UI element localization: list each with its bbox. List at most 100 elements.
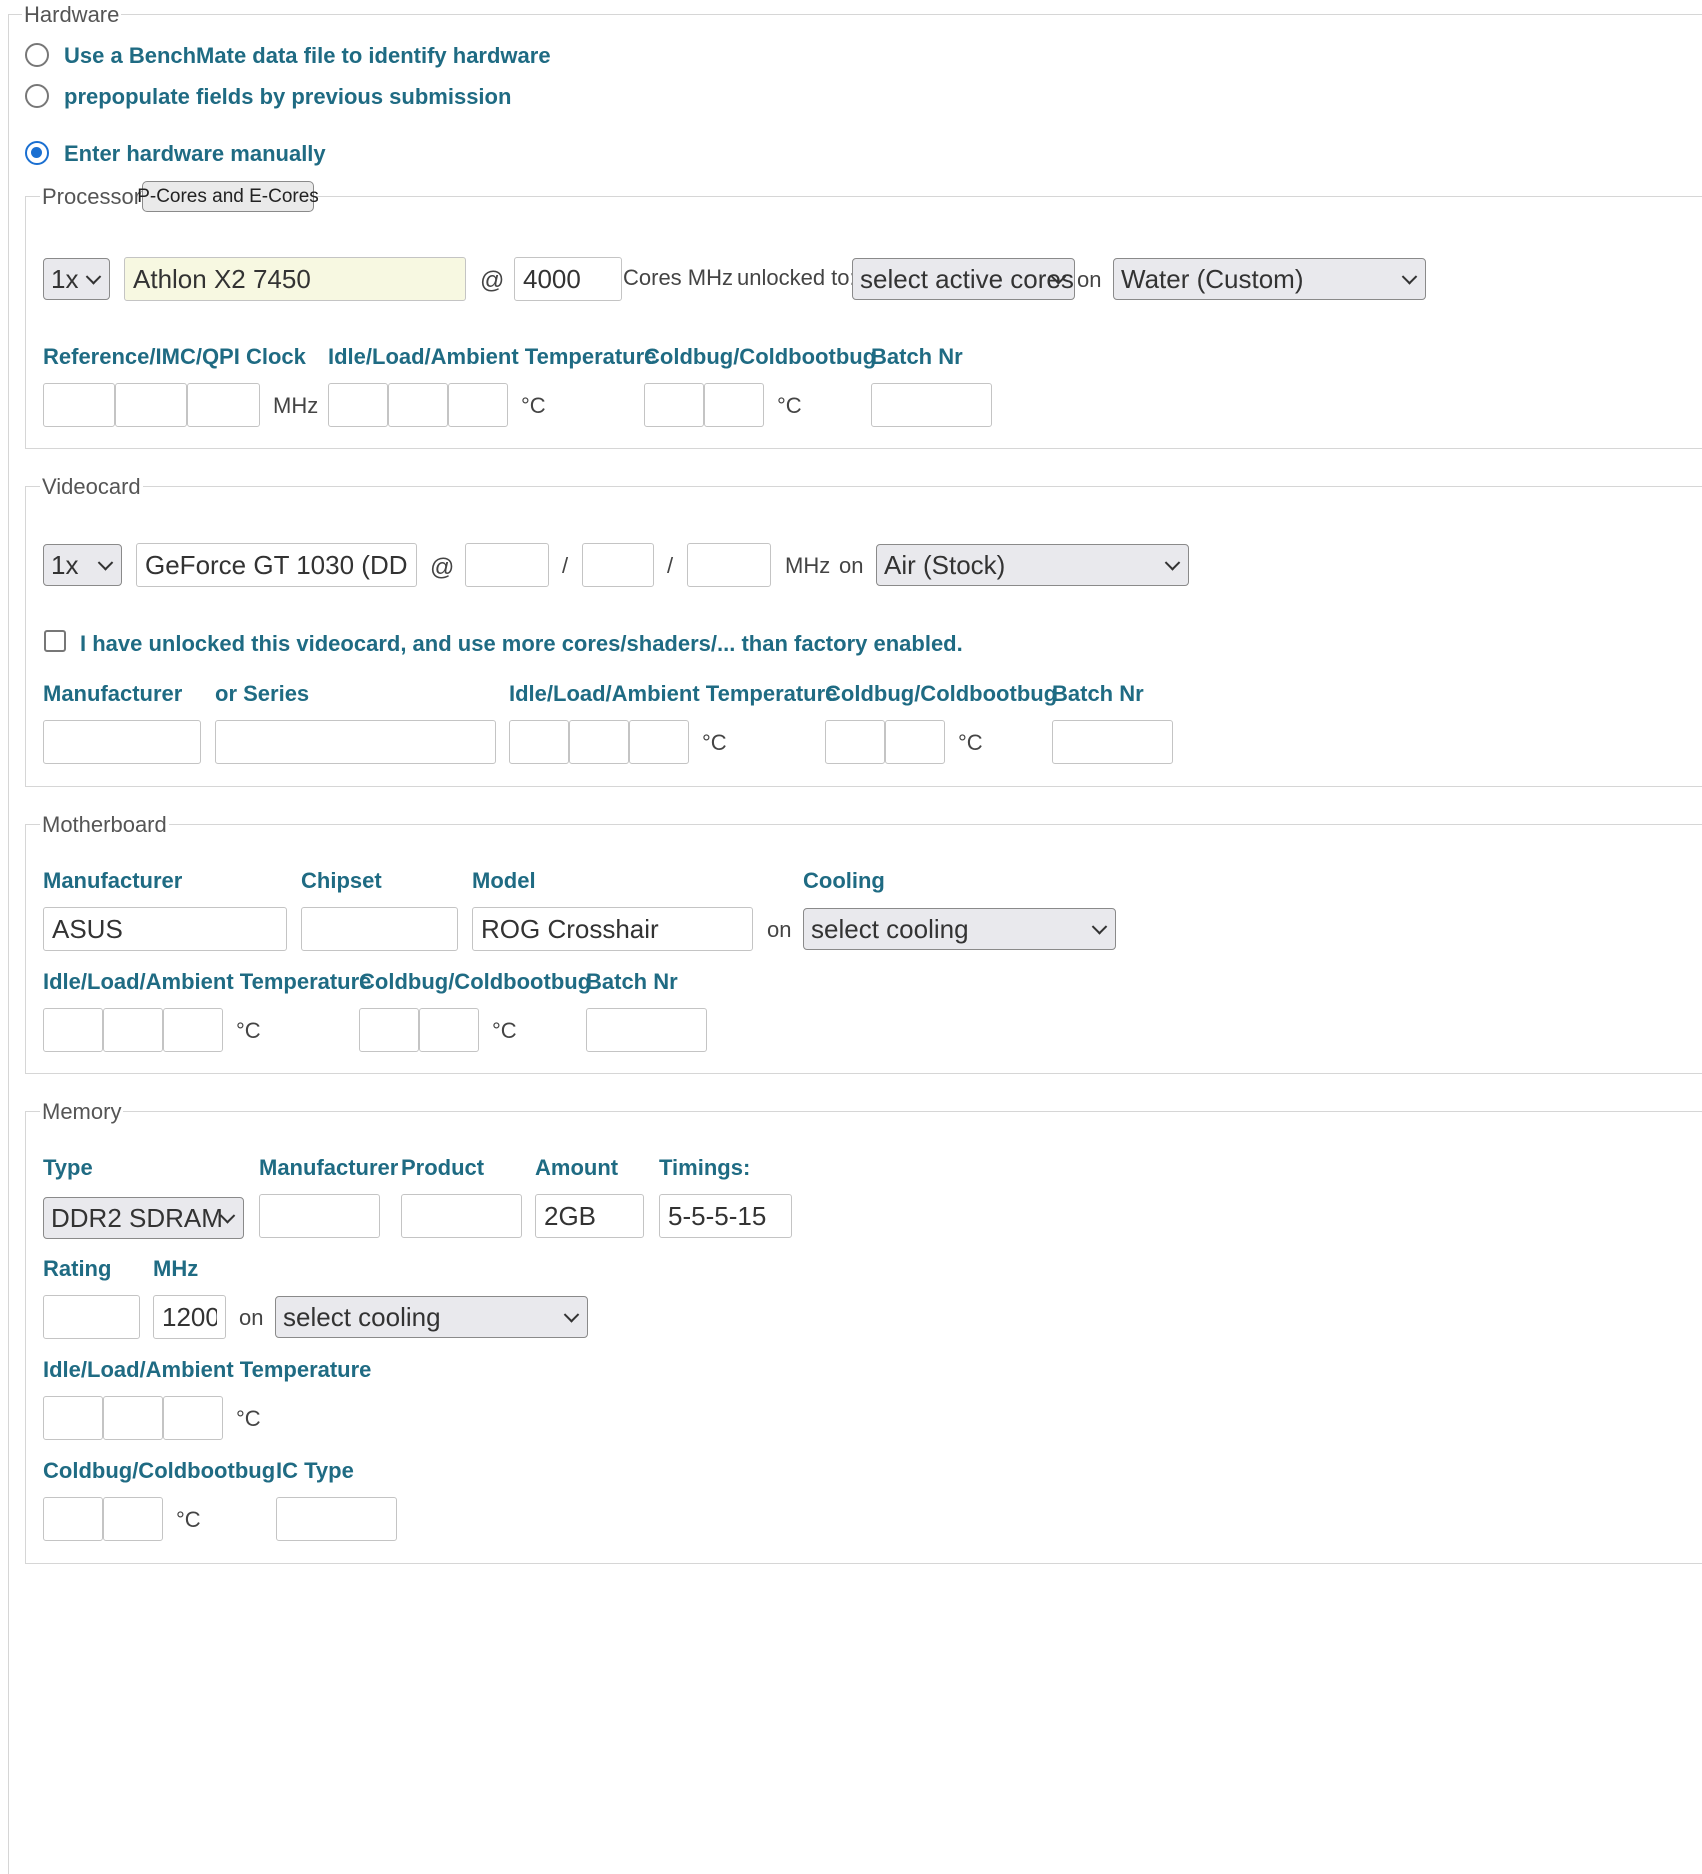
hardware-legend: Hardware — [22, 2, 122, 28]
processor-legend: Processor* — [40, 184, 152, 210]
videocard-at-sign: @ — [430, 554, 455, 581]
motherboard-batch-label: Batch Nr — [586, 969, 678, 994]
videocard-coldbug-input[interactable] — [825, 720, 885, 764]
radio-benchmate-label[interactable]: Use a BenchMate data file to identify ha… — [64, 43, 551, 69]
motherboard-coldbug-input[interactable] — [359, 1008, 419, 1052]
processor-on-label: on — [1077, 267, 1102, 292]
chevron-down-icon — [563, 1307, 580, 1323]
videocard-unlocked-checkbox[interactable] — [44, 630, 66, 652]
memory-product-input[interactable] — [401, 1194, 522, 1238]
processor-model-input[interactable] — [124, 257, 466, 301]
motherboard-coldbug-label: Coldbug/Coldbootbug — [359, 969, 592, 994]
motherboard-temp-unit: °C — [236, 1018, 261, 1043]
motherboard-load-temp-input[interactable] — [103, 1008, 163, 1052]
videocard-manufacturer-label: Manufacturer — [43, 681, 183, 706]
memory-temp-unit: °C — [236, 1406, 261, 1431]
memory-product-label: Product — [401, 1155, 485, 1180]
videocard-unlocked-label[interactable]: I have unlocked this videocard, and use … — [80, 631, 963, 657]
processor-idle-temp-input[interactable] — [328, 383, 388, 427]
videocard-manufacturer-input[interactable] — [43, 720, 201, 764]
radio-manual[interactable] — [25, 141, 49, 165]
memory-rating-input[interactable] — [43, 1295, 140, 1339]
memory-coldbootbug-input[interactable] — [103, 1497, 163, 1541]
videocard-clock-unit: MHz — [785, 553, 831, 578]
videocard-idle-temp-input[interactable] — [509, 720, 569, 764]
videocard-shader-clock-input[interactable] — [687, 543, 771, 587]
processor-clock-unit: MHz — [273, 393, 319, 418]
motherboard-batch-input[interactable] — [586, 1008, 707, 1052]
processor-coldbootbug-input[interactable] — [704, 383, 764, 427]
motherboard-chipset-input[interactable] — [301, 907, 458, 951]
motherboard-manufacturer-input[interactable] — [43, 907, 287, 951]
memory-idle-temp-input[interactable] — [43, 1396, 103, 1440]
videocard-batch-label: Batch Nr — [1052, 681, 1144, 706]
processor-cores-mhz-label: Cores MHz — [623, 265, 734, 290]
p-e-cores-button[interactable]: P-Cores and E-Cores — [137, 181, 319, 212]
radio-previous-submission[interactable] — [25, 84, 49, 108]
videocard-count-select[interactable]: 1x — [43, 544, 122, 586]
radio-manual-label[interactable]: Enter hardware manually — [64, 141, 326, 167]
radio-benchmate[interactable] — [25, 43, 49, 67]
memory-load-temp-input[interactable] — [103, 1396, 163, 1440]
memory-legend: Memory — [40, 1099, 124, 1125]
processor-temp-unit: °C — [521, 393, 546, 418]
motherboard-idle-temp-input[interactable] — [43, 1008, 103, 1052]
memory-ambient-temp-input[interactable] — [163, 1396, 223, 1440]
processor-coldbug-input[interactable] — [644, 383, 704, 427]
memory-coldbug-label: Coldbug/Coldbootbug — [43, 1458, 276, 1483]
videocard-batch-input[interactable] — [1052, 720, 1173, 764]
motherboard-legend: Motherboard — [40, 812, 169, 838]
chevron-down-icon — [1401, 269, 1418, 285]
videocard-slash-1: / — [562, 553, 569, 578]
memory-amount-input[interactable] — [535, 1194, 644, 1238]
videocard-cooling-select[interactable]: Air (Stock) — [876, 544, 1189, 586]
videocard-model-input[interactable] — [136, 543, 417, 587]
memory-manufacturer-input[interactable] — [259, 1194, 380, 1238]
processor-batch-input[interactable] — [871, 383, 992, 427]
videocard-coldbootbug-input[interactable] — [885, 720, 945, 764]
videocard-series-label: or Series — [215, 681, 310, 706]
motherboard-cooling-select[interactable]: select cooling — [803, 908, 1116, 950]
processor-mhz-input[interactable] — [514, 257, 622, 301]
memory-timings-input[interactable] — [659, 1194, 792, 1238]
motherboard-ambient-temp-input[interactable] — [163, 1008, 223, 1052]
processor-count-select[interactable]: 1x — [43, 258, 110, 300]
motherboard-on-label: on — [767, 917, 792, 942]
processor-batch-label: Batch Nr — [871, 344, 963, 369]
videocard-slash-2: / — [667, 553, 674, 578]
processor-temp-label: Idle/Load/Ambient Temperature — [328, 344, 657, 369]
videocard-ambient-temp-input[interactable] — [629, 720, 689, 764]
processor-ref-clock-input[interactable] — [43, 383, 115, 427]
processor-load-temp-input[interactable] — [388, 383, 448, 427]
motherboard-model-input[interactable] — [472, 907, 753, 951]
radio-previous-submission-label[interactable]: prepopulate fields by previous submissio… — [64, 84, 511, 110]
motherboard-coldbootbug-input[interactable] — [419, 1008, 479, 1052]
videocard-coldbug-unit: °C — [958, 730, 983, 755]
processor-qpi-clock-input[interactable] — [187, 383, 260, 427]
motherboard-manufacturer-label: Manufacturer — [43, 868, 183, 893]
motherboard-coldbug-unit: °C — [492, 1018, 517, 1043]
processor-cooling-select[interactable]: Water (Custom) — [1113, 258, 1426, 300]
motherboard-model-label: Model — [472, 868, 536, 893]
videocard-memory-clock-input[interactable] — [582, 543, 654, 587]
memory-mhz-input[interactable] — [153, 1295, 226, 1339]
processor-unlocked-label: unlocked to: — [737, 265, 856, 290]
memory-rating-label: Rating — [43, 1256, 112, 1281]
chevron-down-icon — [1164, 555, 1181, 571]
videocard-series-input[interactable] — [215, 720, 496, 764]
videocard-load-temp-input[interactable] — [569, 720, 629, 764]
processor-ambient-temp-input[interactable] — [448, 383, 508, 427]
videocard-core-clock-input[interactable] — [465, 543, 549, 587]
memory-cooling-select[interactable]: select cooling — [275, 1296, 588, 1338]
processor-imc-clock-input[interactable] — [115, 383, 187, 427]
motherboard-temp-label: Idle/Load/Ambient Temperature — [43, 969, 372, 994]
memory-ic-type-input[interactable] — [276, 1497, 397, 1541]
memory-on-label: on — [239, 1305, 264, 1330]
memory-type-select[interactable]: DDR2 SDRAM — [43, 1197, 244, 1239]
videocard-temp-label: Idle/Load/Ambient Temperature — [509, 681, 838, 706]
memory-coldbug-unit: °C — [176, 1507, 201, 1532]
processor-ref-clock-label: Reference/IMC/QPI Clock — [43, 344, 306, 369]
memory-coldbug-input[interactable] — [43, 1497, 103, 1541]
memory-temp-label: Idle/Load/Ambient Temperature — [43, 1357, 372, 1382]
processor-active-cores-select[interactable]: select active cores — [852, 258, 1075, 300]
